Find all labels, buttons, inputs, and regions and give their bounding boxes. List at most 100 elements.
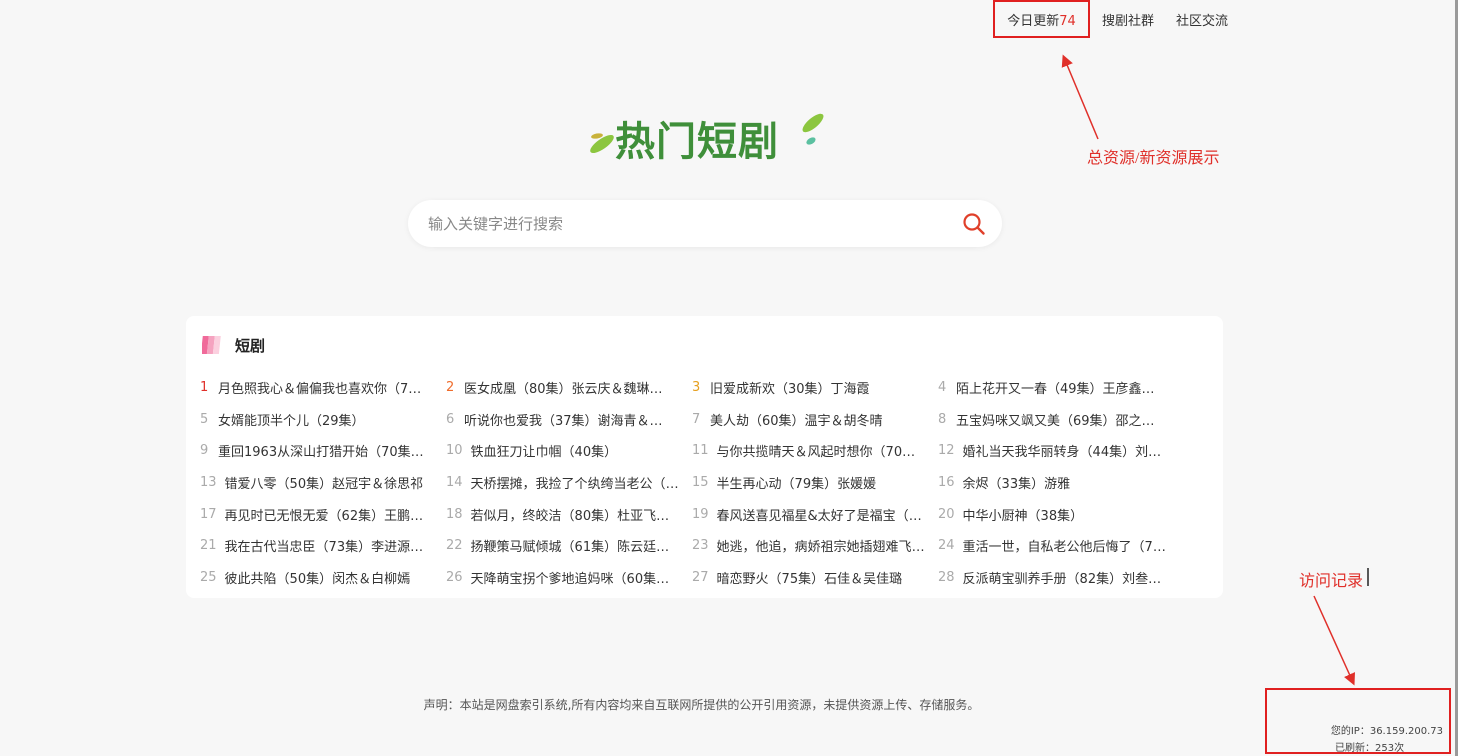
annotation-arrow-resource <box>1065 60 1098 139</box>
search-bar <box>408 200 1002 247</box>
annotation-visit-note: 访问记录 <box>1299 567 1363 591</box>
drama-rank: 24 <box>938 538 955 553</box>
group-link[interactable]: 搜剧社群 <box>1102 10 1154 29</box>
drama-title: 若似月，终皎洁（80集）杜亚飞＆许梦圆 <box>471 505 681 524</box>
drama-title: 余烬（33集）游雅 <box>963 473 1071 492</box>
drama-title: 美人劫（60集）温宇＆胡冬晴 <box>710 410 883 429</box>
annotation-box-today: 今日更新74 <box>993 0 1090 38</box>
drama-item[interactable]: 21 我在古代当忠臣（73集）李进源＆张震 <box>200 530 446 562</box>
drama-item[interactable]: 9 重回1963从深山打猎开始（70集）张集骏 <box>200 435 446 467</box>
drama-title: 铁血狂刀让巾帼（40集） <box>471 441 618 460</box>
today-update-label: 今日更新 <box>1007 14 1059 29</box>
top-nav: 今日更新74 搜剧社群 社区交流 <box>993 0 1238 38</box>
drama-title: 春风送喜见福星&太好了是福宝（60集） <box>717 505 927 524</box>
ip-value: 36.159.200.73 <box>1370 726 1443 737</box>
drama-title: 再见时已无恨无爱（62集）王鹏＆王格格 <box>225 505 435 524</box>
drama-rank: 26 <box>446 570 463 585</box>
drama-item[interactable]: 7 美人劫（60集）温宇＆胡冬晴 <box>692 404 938 436</box>
drama-title: 重回1963从深山打猎开始（70集）张集骏 <box>218 441 428 460</box>
drama-rank: 11 <box>692 443 709 458</box>
drama-item[interactable]: 4陌上花开又一春（49集）王彦鑫＆孙艺菲 <box>938 372 1184 404</box>
drama-title: 她逃，他追，病娇祖宗她插翅难飞（80集） <box>717 536 927 555</box>
drama-item[interactable]: 24 重活一世，自私老公他后悔了（75集） <box>938 530 1184 562</box>
drama-rank: 22 <box>446 538 463 553</box>
drama-item[interactable]: 19 春风送喜见福星&太好了是福宝（60集） <box>692 498 938 530</box>
ip-label: 您的IP： <box>1331 726 1370 737</box>
drama-item[interactable]: 22 扬鞭策马赋倾城（61集）陈云廷＆王宇 <box>446 530 692 562</box>
drama-item[interactable]: 26天降萌宝拐个爹地追妈咪（60集）马秋元 <box>446 562 692 594</box>
drama-rank: 17 <box>200 507 217 522</box>
site-logo[interactable]: 热门短剧 <box>585 103 830 169</box>
drama-rank: 13 <box>200 475 217 490</box>
drama-item[interactable]: 3 旧爱成新欢（30集）丁海霞 <box>692 372 938 404</box>
ip-line: 您的IP：36.159.200.73 <box>1331 722 1443 737</box>
drama-item[interactable]: 8 五宝妈咪又飒又美（69集）邵之鹏＆王楠 <box>938 404 1184 436</box>
drama-rank: 25 <box>200 570 217 585</box>
drama-title: 月色照我心＆偏偏我也喜欢你（79集） <box>218 378 428 397</box>
search-input[interactable] <box>428 200 948 247</box>
drama-title: 医女成凰（80集）张云庆＆魏琳儒（80集） <box>464 378 674 397</box>
drama-item[interactable]: 11 与你共揽晴天＆风起时想你（70集） <box>692 435 938 467</box>
drama-title: 陌上花开又一春（49集）王彦鑫＆孙艺菲 <box>956 378 1166 397</box>
drama-item[interactable]: 12婚礼当天我华丽转身（44集）刘方菲 <box>938 435 1184 467</box>
drama-item[interactable]: 5 女婿能顶半个儿（29集） <box>200 404 446 436</box>
drama-rank: 14 <box>446 475 463 490</box>
drama-item[interactable]: 13错爱八零（50集）赵冠宇＆徐思祁 <box>200 467 446 499</box>
community-link[interactable]: 社区交流 <box>1176 10 1228 29</box>
drama-item[interactable]: 17 再见时已无恨无爱（62集）王鹏＆王格格 <box>200 498 446 530</box>
drama-item[interactable]: 27 暗恋野火（75集）石佳＆吴佳璐 <box>692 562 938 594</box>
drama-rank: 20 <box>938 507 955 522</box>
drama-item[interactable]: 2 医女成凰（80集）张云庆＆魏琳儒（80集） <box>446 372 692 404</box>
drama-title: 中华小厨神（38集） <box>963 505 1084 524</box>
drama-rank: 15 <box>692 475 709 490</box>
drama-item[interactable]: 1 月色照我心＆偏偏我也喜欢你（79集） <box>200 372 446 404</box>
drama-title: 与你共揽晴天＆风起时想你（70集） <box>717 441 927 460</box>
visit-record-box: 您的IP：36.159.200.73 已刷新：253次 <box>1265 688 1451 754</box>
drama-item[interactable]: 14天桥摆摊，我捡了个纨绔当老公（80集） <box>446 467 692 499</box>
footer-statement: 声明：本站是网盘索引系统,所有内容均来自互联网所提供的公开引用资源，未提供资源上… <box>0 696 1403 713</box>
drama-rank: 19 <box>692 507 709 522</box>
section-header: 短剧 <box>202 334 265 356</box>
drama-title: 暗恋野火（75集）石佳＆吴佳璐 <box>717 568 903 587</box>
refresh-label: 已刷新： <box>1335 743 1375 754</box>
drama-item[interactable]: 6 听说你也爱我（37集）谢海青＆李若竹 <box>446 404 692 436</box>
drama-item[interactable]: 28 反派萌宝驯养手册（82集）刘叁肆＆王星 <box>938 562 1184 594</box>
today-update-link[interactable]: 今日更新74 <box>1007 10 1076 29</box>
drama-rank: 6 <box>446 412 456 427</box>
drama-rank: 9 <box>200 443 210 458</box>
drama-rank: 27 <box>692 570 709 585</box>
drama-title: 听说你也爱我（37集）谢海青＆李若竹 <box>464 410 674 429</box>
annotation-arrow-visit <box>1314 596 1352 680</box>
drama-rank: 23 <box>692 538 709 553</box>
drama-title: 重活一世，自私老公他后悔了（75集） <box>963 536 1173 555</box>
drama-title: 我在古代当忠臣（73集）李进源＆张震 <box>225 536 435 555</box>
drama-title: 女婿能顶半个儿（29集） <box>218 410 365 429</box>
drama-item[interactable]: 15半生再心动（79集）张媛媛 <box>692 467 938 499</box>
refresh-line: 已刷新：253次 <box>1335 739 1404 754</box>
drama-rank: 3 <box>692 380 702 395</box>
drama-title: 反派萌宝驯养手册（82集）刘叁肆＆王星 <box>963 568 1173 587</box>
search-icon[interactable] <box>962 212 986 236</box>
drama-rank: 28 <box>938 570 955 585</box>
drama-item[interactable]: 20 中华小厨神（38集） <box>938 498 1184 530</box>
drama-title: 旧爱成新欢（30集）丁海霞 <box>710 378 870 397</box>
drama-rank: 5 <box>200 412 210 427</box>
book-icon <box>202 334 222 356</box>
drama-item[interactable]: 23 她逃，他追，病娇祖宗她插翅难飞（80集） <box>692 530 938 562</box>
drama-title: 五宝妈咪又飒又美（69集）邵之鹏＆王楠 <box>956 410 1166 429</box>
drama-rank: 8 <box>938 412 948 427</box>
drama-rank: 1 <box>200 380 210 395</box>
annotation-resource-note: 总资源/新资源展示 <box>1087 144 1219 168</box>
drama-rank: 12 <box>938 443 955 458</box>
drama-rank: 2 <box>446 380 456 395</box>
drama-item[interactable]: 16 余烬（33集）游雅 <box>938 467 1184 499</box>
drama-item[interactable]: 18若似月，终皎洁（80集）杜亚飞＆许梦圆 <box>446 498 692 530</box>
drama-item[interactable]: 10铁血狂刀让巾帼（40集） <box>446 435 692 467</box>
today-update-count: 74 <box>1059 14 1076 29</box>
drama-title: 扬鞭策马赋倾城（61集）陈云廷＆王宇 <box>471 536 681 555</box>
drama-rank: 7 <box>692 412 702 427</box>
drama-rank: 21 <box>200 538 217 553</box>
drama-rank: 16 <box>938 475 955 490</box>
section-title: 短剧 <box>235 335 265 356</box>
drama-item[interactable]: 25彼此共陷（50集）闵杰＆白柳嫣 <box>200 562 446 594</box>
